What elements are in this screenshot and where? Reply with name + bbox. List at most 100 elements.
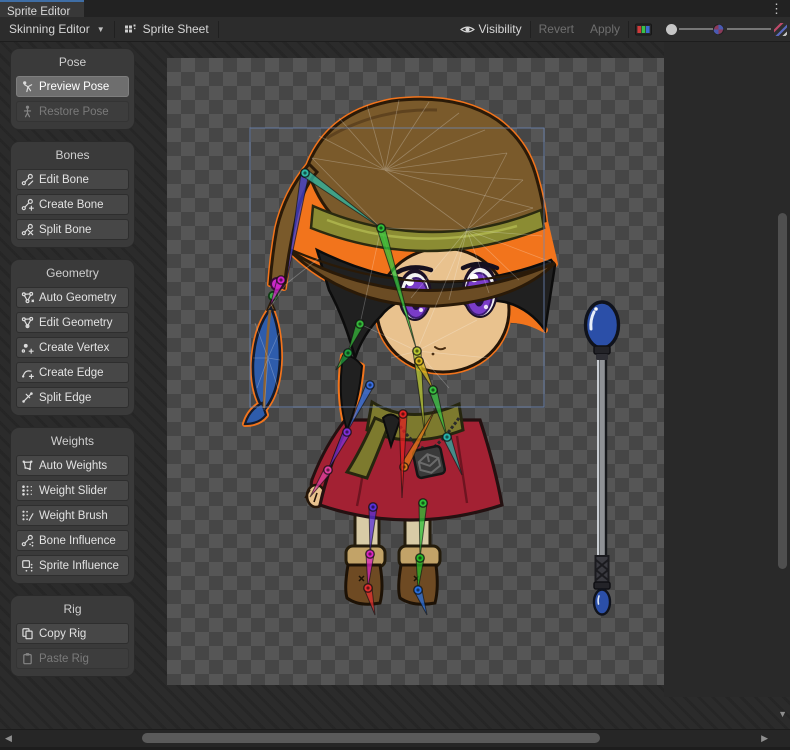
apply-button: Apply: [582, 17, 628, 41]
sprite-influence-button[interactable]: Sprite Influence: [16, 555, 129, 576]
editor-area: PosePreview PoseRestore PoseBonesEdit Bo…: [0, 42, 790, 750]
split-edge-icon: [21, 391, 34, 404]
bone-joint-center: [358, 322, 361, 325]
button-label: Copy Rig: [39, 628, 86, 640]
split-bone-button[interactable]: Split Bone: [16, 219, 129, 240]
character-head: [245, 99, 555, 446]
bone-joint-center: [326, 468, 329, 471]
paste-rig-button: Paste Rig: [16, 648, 129, 669]
mode-dropdown[interactable]: Skinning Editor ▼: [0, 17, 114, 41]
button-label: Create Edge: [39, 367, 104, 379]
create-bone-button[interactable]: Create Bone: [16, 194, 129, 215]
bone-joint-center: [416, 588, 419, 591]
slider-track[interactable]: [679, 28, 713, 30]
create-bone-icon: [21, 198, 34, 211]
panel-title: Geometry: [16, 266, 129, 280]
editor-background: [664, 42, 790, 697]
preview-pose-icon: [21, 80, 34, 93]
tab-label: Sprite Editor: [7, 6, 70, 18]
bone-joint-center: [366, 586, 369, 589]
weight-brush-button[interactable]: Weight Brush: [16, 505, 129, 526]
tab-bar: Sprite Editor ⋮: [0, 0, 790, 17]
eye-icon: [460, 24, 475, 35]
horizontal-scrollbar[interactable]: ◀ ▶: [0, 729, 790, 747]
bone-joint-center: [431, 388, 434, 391]
bone-joint-center: [368, 383, 371, 386]
button-label: Sprite Influence: [39, 560, 119, 572]
panel-weights: Weights Auto Weights Weight Slider Weight B…: [10, 427, 135, 584]
panel-bones: Bones Edit Bone Create Bone Split Bone: [10, 141, 135, 248]
panel-pose: PosePreview PoseRestore Pose: [10, 48, 135, 130]
button-label: Weight Slider: [39, 485, 107, 497]
split-edge-button[interactable]: Split Edge: [16, 387, 129, 408]
scroll-right-arrow[interactable]: ▶: [761, 733, 768, 744]
button-label: Restore Pose: [39, 106, 109, 118]
bone-joint-center: [418, 556, 421, 559]
auto-weights-button[interactable]: Auto Weights: [16, 455, 129, 476]
panel-title: Weights: [16, 434, 129, 448]
chevron-down-icon: ▼: [97, 25, 105, 34]
button-label: Paste Rig: [39, 653, 89, 665]
sprite-influence-icon: [21, 559, 34, 572]
panel-geometry: Geometry Auto Geometry Edit Geometry Create…: [10, 259, 135, 416]
edit-bone-button[interactable]: Edit Bone: [16, 169, 129, 190]
auto-weights-icon: [21, 459, 34, 472]
edit-geometry-icon: [21, 316, 34, 329]
panel-title: Bones: [16, 148, 129, 162]
scroll-left-arrow[interactable]: ◀: [5, 733, 12, 744]
auto-geometry-button[interactable]: Auto Geometry: [16, 287, 129, 308]
create-edge-button[interactable]: Create Edge: [16, 362, 129, 383]
button-label: Auto Weights: [39, 460, 107, 472]
create-vertex-button[interactable]: Create Vertex: [16, 337, 129, 358]
canvas-overlay: [167, 58, 664, 685]
button-label: Split Edge: [39, 392, 91, 404]
bone-opacity-icon[interactable]: [713, 24, 724, 35]
weight-slider-button[interactable]: Weight Slider: [16, 480, 129, 501]
alpha-stripes-icon[interactable]: [774, 23, 787, 36]
rgb-swatch-icon: [635, 23, 652, 36]
restore-pose-icon: [21, 105, 34, 118]
create-vertex-icon: [21, 341, 34, 354]
auto-geometry-icon: [21, 291, 34, 304]
preview-pose-button[interactable]: Preview Pose: [16, 76, 129, 97]
button-label: Preview Pose: [39, 81, 109, 93]
color-mode-button[interactable]: [629, 23, 658, 36]
staff-sprite[interactable]: [586, 302, 619, 615]
toolbar-separator: [218, 21, 219, 38]
button-label: Create Bone: [39, 199, 104, 211]
weight-brush-icon: [21, 509, 34, 522]
button-label: Edit Bone: [39, 174, 89, 186]
bone-joint-center: [401, 412, 404, 415]
bone-influence-button[interactable]: Bone Influence: [16, 530, 129, 551]
copy-rig-icon: [21, 627, 34, 640]
character-sprite[interactable]: [245, 99, 555, 615]
horizontal-scrollbar-thumb[interactable]: [142, 733, 600, 743]
edit-geometry-button[interactable]: Edit Geometry: [16, 312, 129, 333]
button-label: Edit Geometry: [39, 317, 113, 329]
slider-track[interactable]: [727, 28, 771, 30]
bone-joint-center: [345, 430, 348, 433]
split-bone-icon: [21, 223, 34, 236]
button-label: Auto Geometry: [39, 292, 116, 304]
sprite-canvas[interactable]: [167, 58, 664, 685]
sprite-sheet-button[interactable]: Sprite Sheet: [115, 17, 218, 41]
visibility-label: Visibility: [479, 22, 522, 36]
bone-joint-center: [368, 552, 371, 555]
bone-joint-center: [379, 226, 382, 229]
bone-joint-center: [279, 278, 282, 281]
slider-knob[interactable]: [666, 24, 677, 35]
button-label: Split Bone: [39, 224, 91, 236]
tool-panels: PosePreview PoseRestore PoseBonesEdit Bo…: [10, 48, 135, 688]
panel-title: Rig: [16, 602, 129, 616]
vertical-scrollbar-thumb[interactable]: [778, 213, 787, 569]
scroll-down-arrow[interactable]: ▼: [778, 710, 787, 719]
bone-joint-center: [421, 501, 424, 504]
bone-joint-center: [417, 359, 420, 362]
bone-joint-center: [346, 351, 349, 354]
sprite-sheet-label: Sprite Sheet: [143, 22, 209, 36]
weight-slider-icon: [21, 484, 34, 497]
opacity-slider[interactable]: [666, 23, 787, 36]
copy-rig-button[interactable]: Copy Rig: [16, 623, 129, 644]
kebab-menu-icon[interactable]: ⋮: [770, 0, 783, 17]
visibility-button[interactable]: Visibility: [452, 17, 530, 41]
